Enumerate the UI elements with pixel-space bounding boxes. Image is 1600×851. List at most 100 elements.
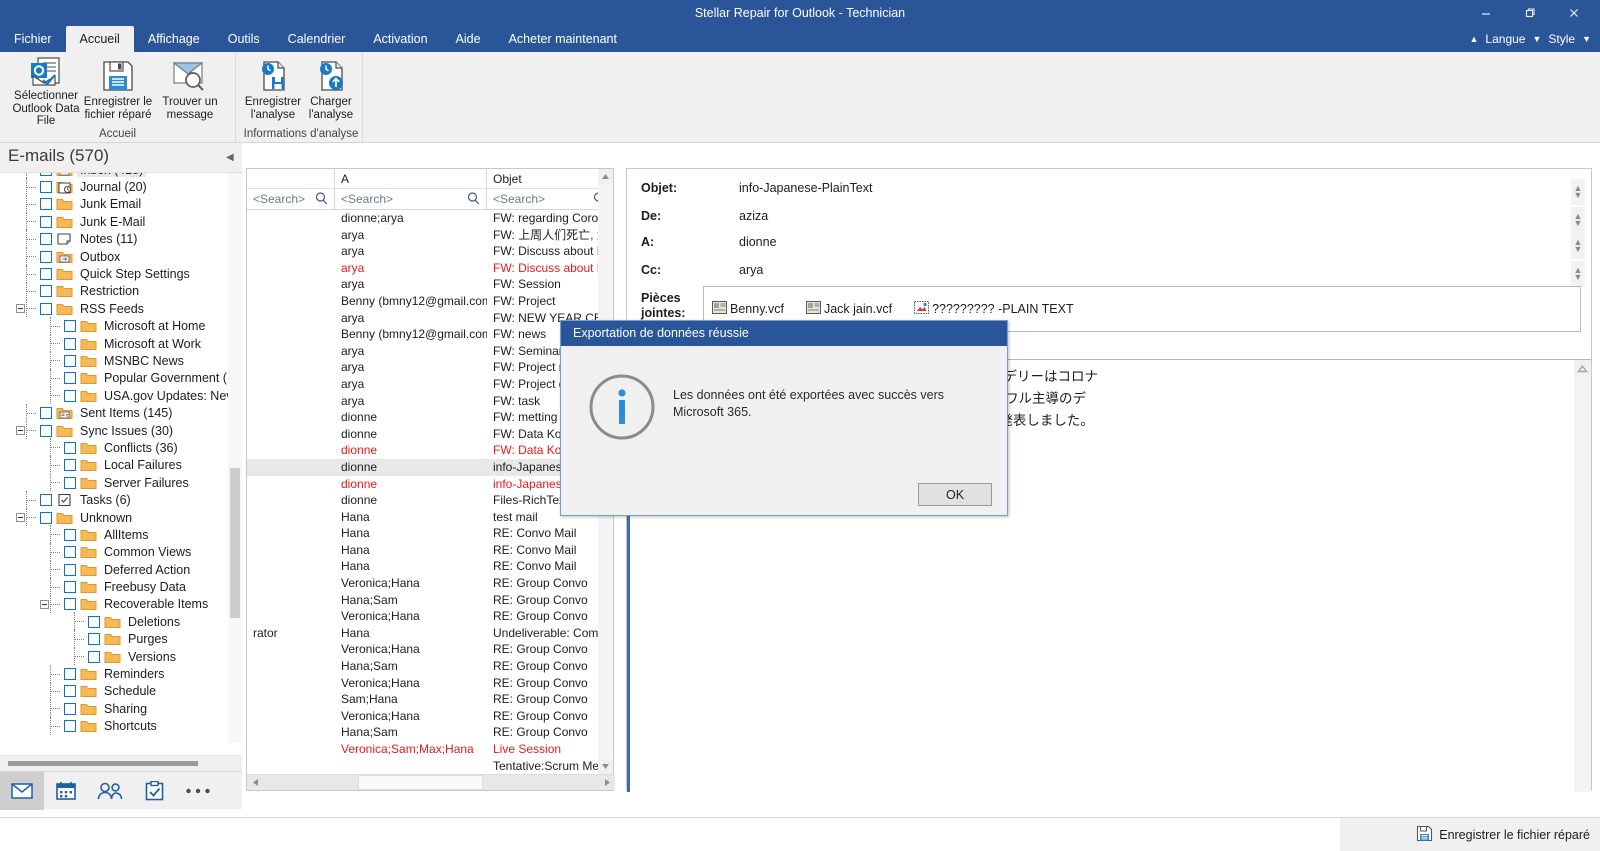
folder-checkbox[interactable]: [40, 494, 52, 507]
mail-icon[interactable]: [0, 771, 44, 810]
table-row[interactable]: arya FW: 上周人们死亡, 大部: [247, 227, 613, 244]
sidebar-item-common-views[interactable]: Common Views: [0, 542, 228, 561]
table-row[interactable]: arya FW: Seminar: [247, 343, 613, 360]
tasks-icon[interactable]: [132, 772, 176, 810]
sidebar-item-junk-email[interactable]: Junk Email: [0, 194, 228, 213]
folder-checkbox[interactable]: [40, 250, 52, 263]
table-row[interactable]: dionne FW: metting: [247, 409, 613, 426]
folder-checkbox[interactable]: [40, 198, 52, 211]
spinner-down-icon[interactable]: ▼: [1574, 245, 1583, 254]
table-row[interactable]: arya FW: Project disc: [247, 376, 613, 393]
tree-collapse-icon[interactable]: [14, 512, 26, 524]
table-row[interactable]: Benny (bmny12@gmail.com) FW: news: [247, 326, 613, 343]
table-row[interactable]: dionne Files-RichText: [247, 492, 613, 509]
tree-vertical-scrollbar[interactable]: [228, 173, 242, 743]
more-icon[interactable]: [176, 772, 220, 810]
from-spinner[interactable]: ▲ ▼: [1571, 207, 1585, 233]
list-scroll-up-icon[interactable]: [598, 169, 613, 184]
menu-item-acheter-maintenant[interactable]: Acheter maintenant: [495, 26, 631, 52]
tree-collapse-icon[interactable]: [14, 425, 26, 437]
menu-item-calendrier[interactable]: Calendrier: [274, 26, 360, 52]
sidebar-item-recoverable-items[interactable]: Recoverable Items: [0, 594, 228, 613]
sidebar-item-quick-step-settings[interactable]: Quick Step Settings: [0, 264, 228, 283]
style-menu[interactable]: Style: [1546, 32, 1577, 46]
sidebar-item-microsoft-at-home[interactable]: Microsoft at Home: [0, 316, 228, 335]
attachment-item[interactable]: ????????? -PLAIN TEXT: [914, 301, 1074, 317]
folder-checkbox[interactable]: [40, 511, 52, 524]
sidebar-item-sharing[interactable]: Sharing: [0, 699, 228, 718]
chevron-up-icon[interactable]: ▲: [1470, 34, 1479, 44]
sidebar-item-outbox[interactable]: Outbox: [0, 247, 228, 266]
sidebar-item-reminders[interactable]: Reminders: [0, 664, 228, 683]
tree-hscroll-thumb[interactable]: [8, 761, 198, 766]
save-repaired-file-button[interactable]: Enregistrer le fichier réparé: [82, 56, 154, 122]
sidebar-item-deletions[interactable]: Deletions: [0, 612, 228, 631]
search-input-0[interactable]: <Search>: [253, 192, 305, 206]
folder-checkbox[interactable]: [64, 354, 76, 367]
sidebar-item-versions[interactable]: Versions: [0, 647, 228, 666]
contacts-icon[interactable]: [88, 772, 132, 810]
table-row[interactable]: Hana test mail: [247, 509, 613, 526]
table-row[interactable]: Tentative:Scrum Meeting: [247, 758, 613, 775]
table-row[interactable]: arya FW: Project mee: [247, 359, 613, 376]
folder-checkbox[interactable]: [64, 685, 76, 698]
folder-checkbox[interactable]: [40, 181, 52, 194]
folder-checkbox[interactable]: [40, 407, 52, 420]
sidebar-item-shortcuts[interactable]: Shortcuts: [0, 716, 228, 735]
body-scroll-up-icon[interactable]: [1574, 360, 1591, 377]
load-scan-button[interactable]: Charger l'analyse: [302, 56, 360, 122]
folder-checkbox[interactable]: [64, 389, 76, 402]
sidebar-item-tasks-6[interactable]: Tasks (6): [0, 490, 228, 509]
folder-checkbox[interactable]: [40, 233, 52, 246]
collapse-left-icon[interactable]: ◀: [226, 152, 236, 164]
body-vertical-scrollbar[interactable]: [1574, 360, 1591, 792]
folder-checkbox[interactable]: [40, 173, 52, 176]
folder-checkbox[interactable]: [88, 650, 100, 663]
sidebar-item-sync-issues-30[interactable]: Sync Issues (30): [0, 421, 228, 440]
search-input-subject[interactable]: <Search>: [493, 192, 545, 206]
attachment-item[interactable]: Jack jain.vcf: [805, 301, 892, 317]
save-scan-button[interactable]: Enregistrer l'analyse: [244, 56, 302, 122]
table-row[interactable]: Veronica;Hana RE: Group Convo: [247, 608, 613, 625]
folder-checkbox[interactable]: [64, 546, 76, 559]
search-cell-0[interactable]: <Search>: [247, 189, 335, 210]
search-cell-from[interactable]: <Search>: [335, 189, 487, 210]
find-message-button[interactable]: Trouver un message: [154, 56, 226, 122]
table-row[interactable]: Veronica;Hana RE: Group Convo: [247, 641, 613, 658]
sidebar-item-rss-feeds[interactable]: RSS Feeds: [0, 299, 228, 318]
sidebar-item-notes-11[interactable]: Notes (11): [0, 229, 228, 248]
folder-checkbox[interactable]: [64, 668, 76, 681]
sidebar-item-deferred-action[interactable]: Deferred Action: [0, 560, 228, 579]
sidebar-item-conflicts-36[interactable]: Conflicts (36): [0, 438, 228, 457]
list-hscroll-track[interactable]: [263, 775, 599, 790]
list-hscroll-left-icon[interactable]: [247, 775, 263, 790]
table-row[interactable]: Veronica;Sam;Max;Hana Live Session: [247, 741, 613, 758]
sidebar-item-local-failures[interactable]: Local Failures: [0, 455, 228, 474]
table-row[interactable]: Hana RE: Convo Mail: [247, 525, 613, 542]
table-row[interactable]: arya FW: NEW YEAR CELEB: [247, 310, 613, 327]
table-row[interactable]: arya FW: Session: [247, 276, 613, 293]
select-outlook-data-file-button[interactable]: Sélectionner Outlook Data File: [10, 56, 82, 127]
sidebar-item-popular-government[interactable]: Popular Government (: [0, 368, 228, 387]
table-row[interactable]: dionne info-Japanese-P: [247, 458, 613, 476]
table-row[interactable]: dionne info-Japanese-P: [247, 476, 613, 493]
sidebar-item-usa-gov-updates-nev[interactable]: USA.gov Updates: Nev: [0, 386, 228, 405]
menu-item-fichier[interactable]: Fichier: [0, 26, 66, 52]
folder-checkbox[interactable]: [64, 702, 76, 715]
folder-checkbox[interactable]: [64, 563, 76, 576]
menu-item-outils[interactable]: Outils: [214, 26, 274, 52]
menu-item-accueil[interactable]: Accueil: [65, 26, 134, 52]
close-icon[interactable]: [1552, 0, 1596, 26]
tree-collapse-icon[interactable]: [14, 303, 26, 315]
folder-checkbox[interactable]: [40, 302, 52, 315]
folder-checkbox[interactable]: [64, 459, 76, 472]
sidebar-item-sent-items-145[interactable]: Sent Items (145): [0, 403, 228, 422]
sidebar-item-journal-20[interactable]: Journal (20): [0, 177, 228, 196]
table-row[interactable]: Hana;Sam RE: Group Convo: [247, 658, 613, 675]
table-row[interactable]: Veronica;Hana RE: Group Convo: [247, 675, 613, 692]
table-row[interactable]: Veronica;Hana RE: Group Convo: [247, 575, 613, 592]
folder-checkbox[interactable]: [64, 476, 76, 489]
sidebar-item-allitems[interactable]: AllItems: [0, 525, 228, 544]
to-spinner[interactable]: ▲ ▼: [1571, 233, 1585, 259]
magnifier-icon[interactable]: [315, 192, 328, 208]
